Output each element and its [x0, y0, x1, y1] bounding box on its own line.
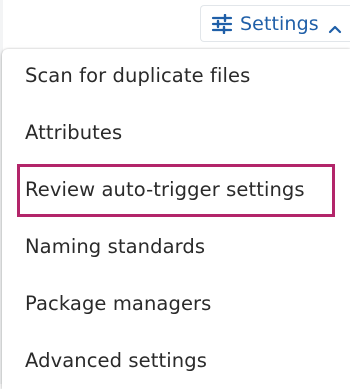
menu-item-package-managers[interactable]: Package managers: [25, 292, 211, 315]
chevron-up-icon: [328, 19, 342, 33]
sliders-icon: [211, 13, 233, 34]
menu-item-attributes[interactable]: Attributes: [25, 121, 122, 144]
menu-item-review-auto-trigger-settings[interactable]: Review auto-trigger settings: [25, 178, 305, 201]
settings-dropdown-button[interactable]: Settings: [200, 5, 350, 42]
settings-dropdown-menu: [2, 49, 350, 389]
settings-button-label: Settings: [240, 12, 319, 35]
menu-item-scan-duplicate-files[interactable]: Scan for duplicate files: [25, 64, 250, 87]
menu-item-advanced-settings[interactable]: Advanced settings: [25, 349, 207, 372]
menu-item-naming-standards[interactable]: Naming standards: [25, 235, 205, 258]
